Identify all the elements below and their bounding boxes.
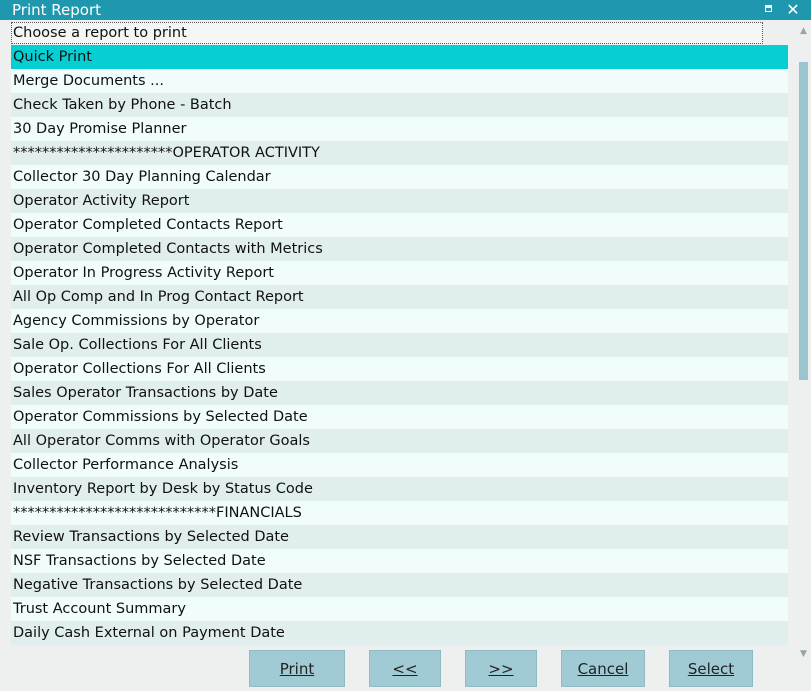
- report-list-item[interactable]: Operator Activity Report: [11, 189, 788, 213]
- report-list-item[interactable]: Merge Documents ...: [11, 69, 788, 93]
- report-list-item[interactable]: All Op Comp and In Prog Contact Report: [11, 285, 788, 309]
- list-header: Choose a report to print: [11, 22, 763, 44]
- scroll-thumb[interactable]: [799, 62, 808, 380]
- previous-button[interactable]: <<: [369, 650, 441, 687]
- report-list[interactable]: Quick Print Merge Documents ... Check Take…: [11, 45, 788, 645]
- next-button[interactable]: >>: [465, 650, 537, 687]
- window-title: Print Report: [12, 1, 101, 19]
- report-list-item[interactable]: **********************OPERATOR ACTIVITY: [11, 141, 788, 165]
- report-list-item[interactable]: Operator Collections For All Clients: [11, 357, 788, 381]
- report-list-item[interactable]: Trust Account Summary: [11, 597, 788, 621]
- report-list-item[interactable]: NSF Transactions by Selected Date: [11, 549, 788, 573]
- report-list-item[interactable]: Daily Cash External on Payment Date: [11, 621, 788, 645]
- report-list-item[interactable]: All Operator Comms with Operator Goals: [11, 429, 788, 453]
- report-list-item[interactable]: Operator In Progress Activity Report: [11, 261, 788, 285]
- scroll-down-icon[interactable]: ▼: [797, 647, 810, 661]
- report-list-item[interactable]: Operator Completed Contacts with Metrics: [11, 237, 788, 261]
- report-list-item[interactable]: Quick Print: [11, 45, 788, 69]
- report-list-item[interactable]: Agency Commissions by Operator: [11, 309, 788, 333]
- report-list-item[interactable]: Negative Transactions by Selected Date: [11, 573, 788, 597]
- report-list-item[interactable]: Collector 30 Day Planning Calendar: [11, 165, 788, 189]
- cancel-button[interactable]: Cancel: [561, 650, 645, 687]
- report-list-item[interactable]: Check Taken by Phone - Batch: [11, 93, 788, 117]
- report-list-item[interactable]: Review Transactions by Selected Date: [11, 525, 788, 549]
- report-list-item[interactable]: Operator Commissions by Selected Date: [11, 405, 788, 429]
- title-bar: Print Report ✕: [0, 0, 811, 20]
- vertical-scrollbar[interactable]: ▲ ▼: [796, 22, 811, 665]
- close-icon[interactable]: ✕: [784, 1, 802, 19]
- report-list-item[interactable]: Sale Op. Collections For All Clients: [11, 333, 788, 357]
- select-button[interactable]: Select: [669, 650, 753, 687]
- report-list-item[interactable]: 30 Day Promise Planner: [11, 117, 788, 141]
- scroll-up-icon[interactable]: ▲: [797, 24, 810, 38]
- report-list-item[interactable]: Inventory Report by Desk by Status Code: [11, 477, 788, 501]
- report-list-item[interactable]: ****************************FINANCIALS: [11, 501, 788, 525]
- maximize-icon[interactable]: [760, 1, 778, 19]
- print-button[interactable]: Print: [249, 650, 345, 687]
- report-list-item[interactable]: Collector Performance Analysis: [11, 453, 788, 477]
- report-list-item[interactable]: Operator Completed Contacts Report: [11, 213, 788, 237]
- report-list-item[interactable]: Sales Operator Transactions by Date: [11, 381, 788, 405]
